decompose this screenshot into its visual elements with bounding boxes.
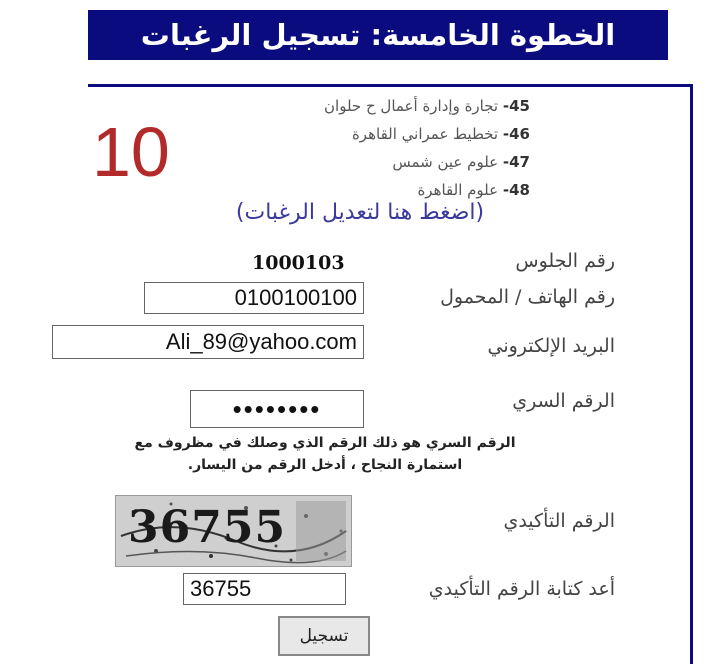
edit-wishes-link[interactable]: (اضغط هنا لتعديل الرغبات)	[180, 200, 540, 225]
wish-number: 47-	[502, 153, 530, 171]
wish-number: 48-	[502, 181, 530, 199]
submit-button[interactable]: تسجيل	[278, 616, 370, 656]
email-label: البريد الإلكتروني	[487, 335, 616, 357]
seat-number-value: 1000103	[252, 252, 345, 274]
password-note-line: استمارة النجاح ، أدخل الرقم من اليسار.	[187, 457, 463, 473]
wish-name: علوم القاهرة	[417, 181, 499, 199]
phone-field[interactable]: 0100100100	[144, 282, 364, 314]
wish-name: تخطيط عمراني القاهرة	[351, 125, 499, 143]
password-note: الرقم السري هو ذلك الرقم الذي وصلك في مظ…	[110, 432, 540, 476]
list-item: 46- تخطيط عمراني القاهرة	[240, 120, 530, 148]
list-item: 47- علوم عين شمس	[240, 148, 530, 176]
confirm-captcha-field[interactable]: 36755	[183, 573, 346, 605]
seat-number-label: رقم الجلوس	[515, 250, 615, 272]
wishes-count: 10	[92, 113, 170, 191]
wish-name: تجارة وإدارة أعمال ح حلوان	[324, 97, 499, 115]
wish-name: علوم عين شمس	[392, 153, 499, 171]
wishes-list: 45- تجارة وإدارة أعمال ح حلوان 46- تخطيط…	[240, 92, 530, 204]
wish-number: 45-	[502, 97, 530, 115]
wish-number: 46-	[502, 125, 530, 143]
confirm-captcha-label: أعد كتابة الرقم التأكيدي	[428, 578, 615, 600]
email-field[interactable]: Ali_89@yahoo.com	[52, 325, 364, 359]
phone-label: رقم الهاتف / المحمول	[440, 286, 615, 308]
password-note-line: الرقم السري هو ذلك الرقم الذي وصلك في مظ…	[134, 435, 516, 451]
password-label: الرقم السري	[512, 390, 615, 412]
captcha-label: الرقم التأكيدي	[503, 510, 615, 532]
list-item: 45- تجارة وإدارة أعمال ح حلوان	[240, 92, 530, 120]
captcha-text: 36755	[128, 502, 287, 553]
page-title: الخطوة الخامسة: تسجيل الرغبات	[88, 10, 668, 60]
captcha-image: 36755	[115, 495, 352, 567]
password-field[interactable]: ••••••••	[190, 390, 364, 428]
